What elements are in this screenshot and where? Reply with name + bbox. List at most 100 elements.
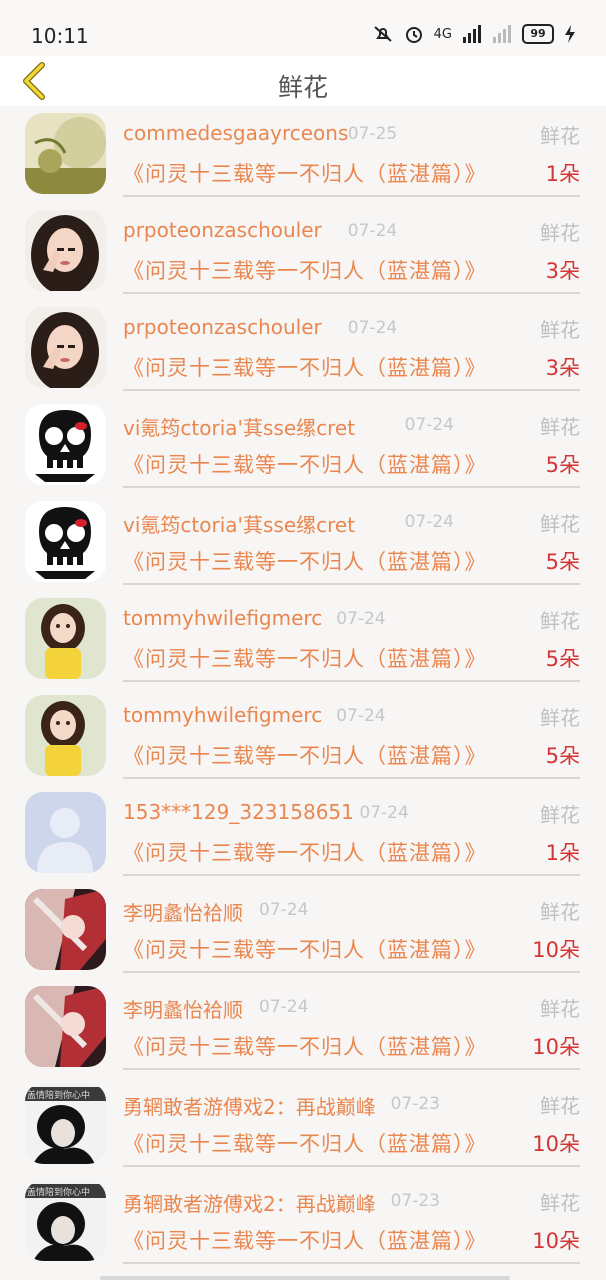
book-title[interactable]: 《问灵十三载等一不归人（蓝湛篇）》 <box>123 546 487 576</box>
gift-quantity: 1朵 <box>545 841 580 865</box>
gift-date: 07-24 <box>259 900 309 920</box>
gift-date: 07-23 <box>390 1094 440 1114</box>
user-name[interactable]: 勇辋敢者游傅戏2：再战巅峰 <box>123 1091 376 1120</box>
divider <box>123 874 580 876</box>
gift-date: 07-24 <box>336 609 386 629</box>
divider <box>123 389 580 391</box>
avatar-icon[interactable] <box>25 792 106 873</box>
signal-icon <box>463 25 481 43</box>
gift-date: 07-25 <box>347 124 398 144</box>
book-title[interactable]: 《问灵十三载等一不归人（蓝湛篇）》 <box>123 1031 487 1061</box>
list-item[interactable]: vi氪筠ctoria'萁sse缧cret 07-24 鲜花 《问灵十三载等一不归… <box>0 494 606 591</box>
list-item[interactable]: 盖情陪到你心中 勇辋敢者游傅戏2：再战巅峰 07-23 鲜花 《问灵十三载等一不… <box>0 1173 606 1270</box>
user-name[interactable]: vi氪筠ctoria'萁sse缧cret <box>123 412 355 441</box>
user-name[interactable]: 李明蠡怡袷顺 <box>123 994 243 1023</box>
gift-date: 07-24 <box>347 221 398 241</box>
gift-quantity: 1朵 <box>545 162 580 186</box>
gift-date: 07-24 <box>359 803 409 823</box>
status-icons: 4G 99 <box>372 24 576 44</box>
gift-type: 鲜花 <box>540 803 580 827</box>
gift-quantity: 5朵 <box>545 550 580 574</box>
gift-type: 鲜花 <box>540 221 580 245</box>
gift-type: 鲜花 <box>540 512 580 536</box>
avatar-icon[interactable] <box>25 889 106 970</box>
divider <box>123 1262 580 1264</box>
divider <box>123 680 580 682</box>
gift-type: 鲜花 <box>540 609 580 633</box>
status-bar: 10:11 4G 99 <box>0 0 606 56</box>
divider <box>123 195 580 197</box>
charging-icon <box>565 25 575 43</box>
book-title[interactable]: 《问灵十三载等一不归人（蓝湛篇）》 <box>123 449 487 479</box>
book-title[interactable]: 《问灵十三载等一不归人（蓝湛篇）》 <box>123 837 487 867</box>
user-name[interactable]: vi氪筠ctoria'萁sse缧cret <box>123 509 355 538</box>
book-title[interactable]: 《问灵十三载等一不归人（蓝湛篇）》 <box>123 1128 487 1158</box>
list-item[interactable]: 李明蠡怡袷顺 07-24 鲜花 《问灵十三载等一不归人（蓝湛篇）》 10朵 <box>0 979 606 1076</box>
list-item[interactable]: 盖情陪到你心中 勇辋敢者游傅戏2：再战巅峰 07-23 鲜花 《问灵十三载等一不… <box>0 1076 606 1173</box>
gift-type: 鲜花 <box>540 997 580 1021</box>
gift-quantity: 10朵 <box>532 1132 580 1156</box>
gift-quantity: 10朵 <box>532 1229 580 1253</box>
user-name[interactable]: prpoteonzaschouler <box>123 218 322 242</box>
gift-date: 07-24 <box>404 512 454 532</box>
alarm-icon <box>405 27 422 43</box>
gift-quantity: 5朵 <box>545 453 580 477</box>
header-bar: 鲜花 <box>0 56 606 106</box>
mute-icon <box>373 26 392 42</box>
book-title[interactable]: 《问灵十三载等一不归人（蓝湛篇）》 <box>123 1225 487 1255</box>
list-item[interactable]: 李明蠡怡袷顺 07-24 鲜花 《问灵十三载等一不归人（蓝湛篇）》 10朵 <box>0 882 606 979</box>
avatar-icon[interactable] <box>25 695 106 776</box>
avatar-icon[interactable]: 盖情陪到你心中 <box>25 1083 106 1164</box>
page-title: 鲜花 <box>277 73 328 102</box>
gift-quantity: 10朵 <box>532 1035 580 1059</box>
book-title[interactable]: 《问灵十三载等一不归人（蓝湛篇）》 <box>123 352 487 382</box>
list-item[interactable]: prpoteonzaschouler 07-24 鲜花 《问灵十三载等一不归人（… <box>0 203 606 300</box>
divider <box>123 1068 580 1070</box>
gift-type: 鲜花 <box>540 415 580 439</box>
gift-date: 07-24 <box>336 706 386 726</box>
user-name[interactable]: 李明蠡怡袷顺 <box>123 897 243 926</box>
status-time: 10:11 <box>31 24 89 48</box>
avatar-icon[interactable] <box>25 986 106 1067</box>
gift-quantity: 5朵 <box>545 647 580 671</box>
book-title[interactable]: 《问灵十三载等一不归人（蓝湛篇）》 <box>123 255 487 285</box>
book-title[interactable]: 《问灵十三载等一不归人（蓝湛篇）》 <box>123 643 487 673</box>
avatar-icon[interactable] <box>25 404 106 485</box>
avatar-icon[interactable]: 盖情陪到你心中 <box>25 1180 106 1261</box>
divider <box>123 1165 580 1167</box>
gift-date: 07-23 <box>390 1191 440 1211</box>
avatar-icon[interactable] <box>25 113 106 194</box>
book-title[interactable]: 《问灵十三载等一不归人（蓝湛篇）》 <box>123 740 487 770</box>
gift-type: 鲜花 <box>540 124 580 148</box>
user-name[interactable]: tommyhwilefigmerc <box>123 703 322 727</box>
user-name[interactable]: 勇辋敢者游傅戏2：再战巅峰 <box>123 1188 376 1217</box>
user-name[interactable]: commedesgaayrceons <box>123 121 348 145</box>
book-title[interactable]: 《问灵十三载等一不归人（蓝湛篇）》 <box>123 934 487 964</box>
list-item[interactable]: tommyhwilefigmerc 07-24 鲜花 《问灵十三载等一不归人（蓝… <box>0 591 606 688</box>
divider <box>123 971 580 973</box>
avatar-icon[interactable] <box>25 598 106 679</box>
user-name[interactable]: 153***129_323158651 <box>123 800 354 824</box>
book-title[interactable]: 《问灵十三载等一不归人（蓝湛篇）》 <box>123 158 487 188</box>
user-name[interactable]: prpoteonzaschouler <box>123 315 322 339</box>
network-label: 4G <box>433 26 452 42</box>
user-name[interactable]: tommyhwilefigmerc <box>123 606 322 630</box>
gift-quantity: 10朵 <box>532 938 580 962</box>
flower-list: commedesgaayrceons 07-25 鲜花 《问灵十三载等一不归人（… <box>0 106 606 1270</box>
avatar-icon[interactable] <box>25 210 106 291</box>
gift-type: 鲜花 <box>540 900 580 924</box>
gift-quantity: 5朵 <box>545 744 580 768</box>
divider <box>123 486 580 488</box>
list-item[interactable]: prpoteonzaschouler 07-24 鲜花 《问灵十三载等一不归人（… <box>0 300 606 397</box>
list-item[interactable]: tommyhwilefigmerc 07-24 鲜花 《问灵十三载等一不归人（蓝… <box>0 688 606 785</box>
avatar-icon[interactable] <box>25 501 106 582</box>
divider <box>123 777 580 779</box>
gift-type: 鲜花 <box>540 1191 580 1215</box>
list-item[interactable]: vi氪筠ctoria'萁sse缧cret 07-24 鲜花 《问灵十三载等一不归… <box>0 397 606 494</box>
avatar-icon[interactable] <box>25 307 106 388</box>
scroll-indicator <box>100 1276 510 1280</box>
gift-type: 鲜花 <box>540 706 580 730</box>
list-item[interactable]: commedesgaayrceons 07-25 鲜花 《问灵十三载等一不归人（… <box>0 106 606 203</box>
signal-2-icon <box>493 25 511 43</box>
list-item[interactable]: 153***129_323158651 07-24 鲜花 《问灵十三载等一不归人… <box>0 785 606 882</box>
